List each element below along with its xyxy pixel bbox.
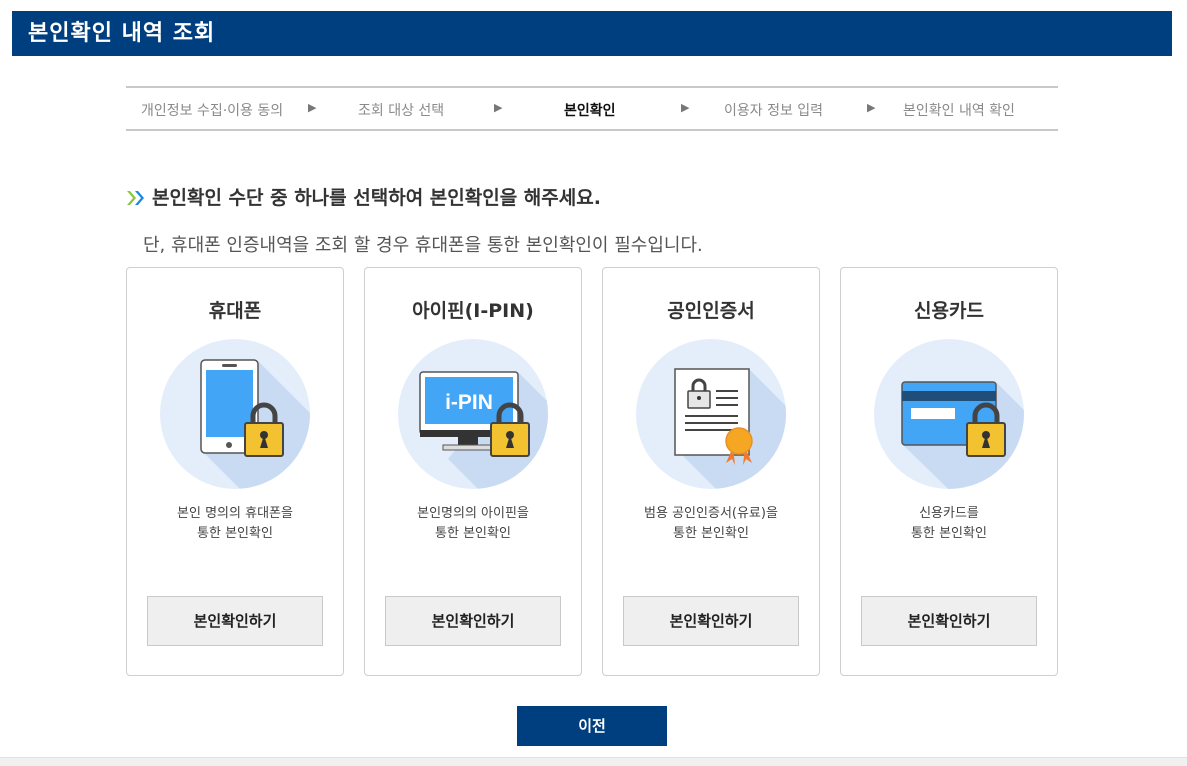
description-line: 통한 본인확인 xyxy=(911,526,987,541)
description-line: 본인명의의 아이핀을 xyxy=(417,506,529,521)
method-title: 공인인증서 xyxy=(667,300,755,322)
step-arrow-icon: ▶ xyxy=(681,101,690,114)
ipin-monitor-lock-icon: i-PIN xyxy=(398,339,548,489)
method-title: 신용카드 xyxy=(914,300,984,322)
description-line: 통한 본인확인 xyxy=(435,526,511,541)
step-history-confirm: 본인확인 내역 확인 xyxy=(903,103,1015,119)
method-description: 본인 명의의 휴대폰을 통한 본인확인 xyxy=(127,504,343,544)
guide-subtitle: 단, 휴대폰 인증내역을 조회 할 경우 휴대폰을 통한 본인확인이 필수입니다… xyxy=(143,235,703,256)
step-arrow-icon: ▶ xyxy=(494,101,503,114)
method-title: 아이핀(I-PIN) xyxy=(412,300,534,322)
step-select-target: 조회 대상 선택 xyxy=(358,103,445,119)
description-line: 통한 본인확인 xyxy=(197,526,273,541)
method-title: 휴대폰 xyxy=(208,300,262,322)
step-consent: 개인정보 수집·이용 동의 xyxy=(141,103,284,119)
verify-phone-button[interactable]: 본인확인하기 xyxy=(147,596,323,646)
guide-title: 본인확인 수단 중 하나를 선택하여 본인확인을 해주세요. xyxy=(126,183,601,212)
description-line: 범용 공인인증서(유료)을 xyxy=(644,506,778,521)
description-line: 본인 명의의 휴대폰을 xyxy=(177,506,293,521)
method-card-credit-card: 신용카드 신용카드를 통한 본인확인 본인확인하기 xyxy=(840,267,1058,676)
step-arrow-icon: ▶ xyxy=(308,101,317,114)
verify-certificate-button[interactable]: 본인확인하기 xyxy=(623,596,799,646)
page-title: 본인확인 내역 조회 xyxy=(12,11,1172,56)
previous-button[interactable]: 이전 xyxy=(517,706,667,746)
guide-title-text: 본인확인 수단 중 하나를 선택하여 본인확인을 해주세요. xyxy=(152,187,601,209)
double-chevron-icon xyxy=(126,189,146,212)
description-line: 통한 본인확인 xyxy=(673,526,749,541)
method-card-certificate: 공인인증서 범용 공인인증서(유료)을 통한 본인확인 본인확인하기 xyxy=(602,267,820,676)
method-description: 신용카드를 통한 본인확인 xyxy=(841,504,1057,544)
description-line: 신용카드를 xyxy=(919,506,979,521)
method-description: 범용 공인인증서(유료)을 통한 본인확인 xyxy=(603,504,819,544)
phone-lock-icon xyxy=(160,339,310,489)
step-verification-current: 본인확인 xyxy=(564,103,616,119)
method-card-ipin: 아이핀(I-PIN) i-PIN 본인명의의 아이핀을 통한 본인확인 본인확인… xyxy=(364,267,582,676)
step-arrow-icon: ▶ xyxy=(867,101,876,114)
certificate-icon xyxy=(636,339,786,489)
verify-ipin-button[interactable]: 본인확인하기 xyxy=(385,596,561,646)
verify-credit-card-button[interactable]: 본인확인하기 xyxy=(861,596,1037,646)
method-card-phone: 휴대폰 본인 명의의 휴대폰을 통한 본인확인 본인확인하기 xyxy=(126,267,344,676)
progress-steps: 개인정보 수집·이용 동의 ▶ 조회 대상 선택 ▶ 본인확인 ▶ 이용자 정보… xyxy=(126,86,1058,131)
svg-text:i-PIN: i-PIN xyxy=(445,391,493,414)
step-user-info: 이용자 정보 입력 xyxy=(724,103,824,119)
credit-card-lock-icon xyxy=(874,339,1024,489)
method-description: 본인명의의 아이핀을 통한 본인확인 xyxy=(365,504,581,544)
